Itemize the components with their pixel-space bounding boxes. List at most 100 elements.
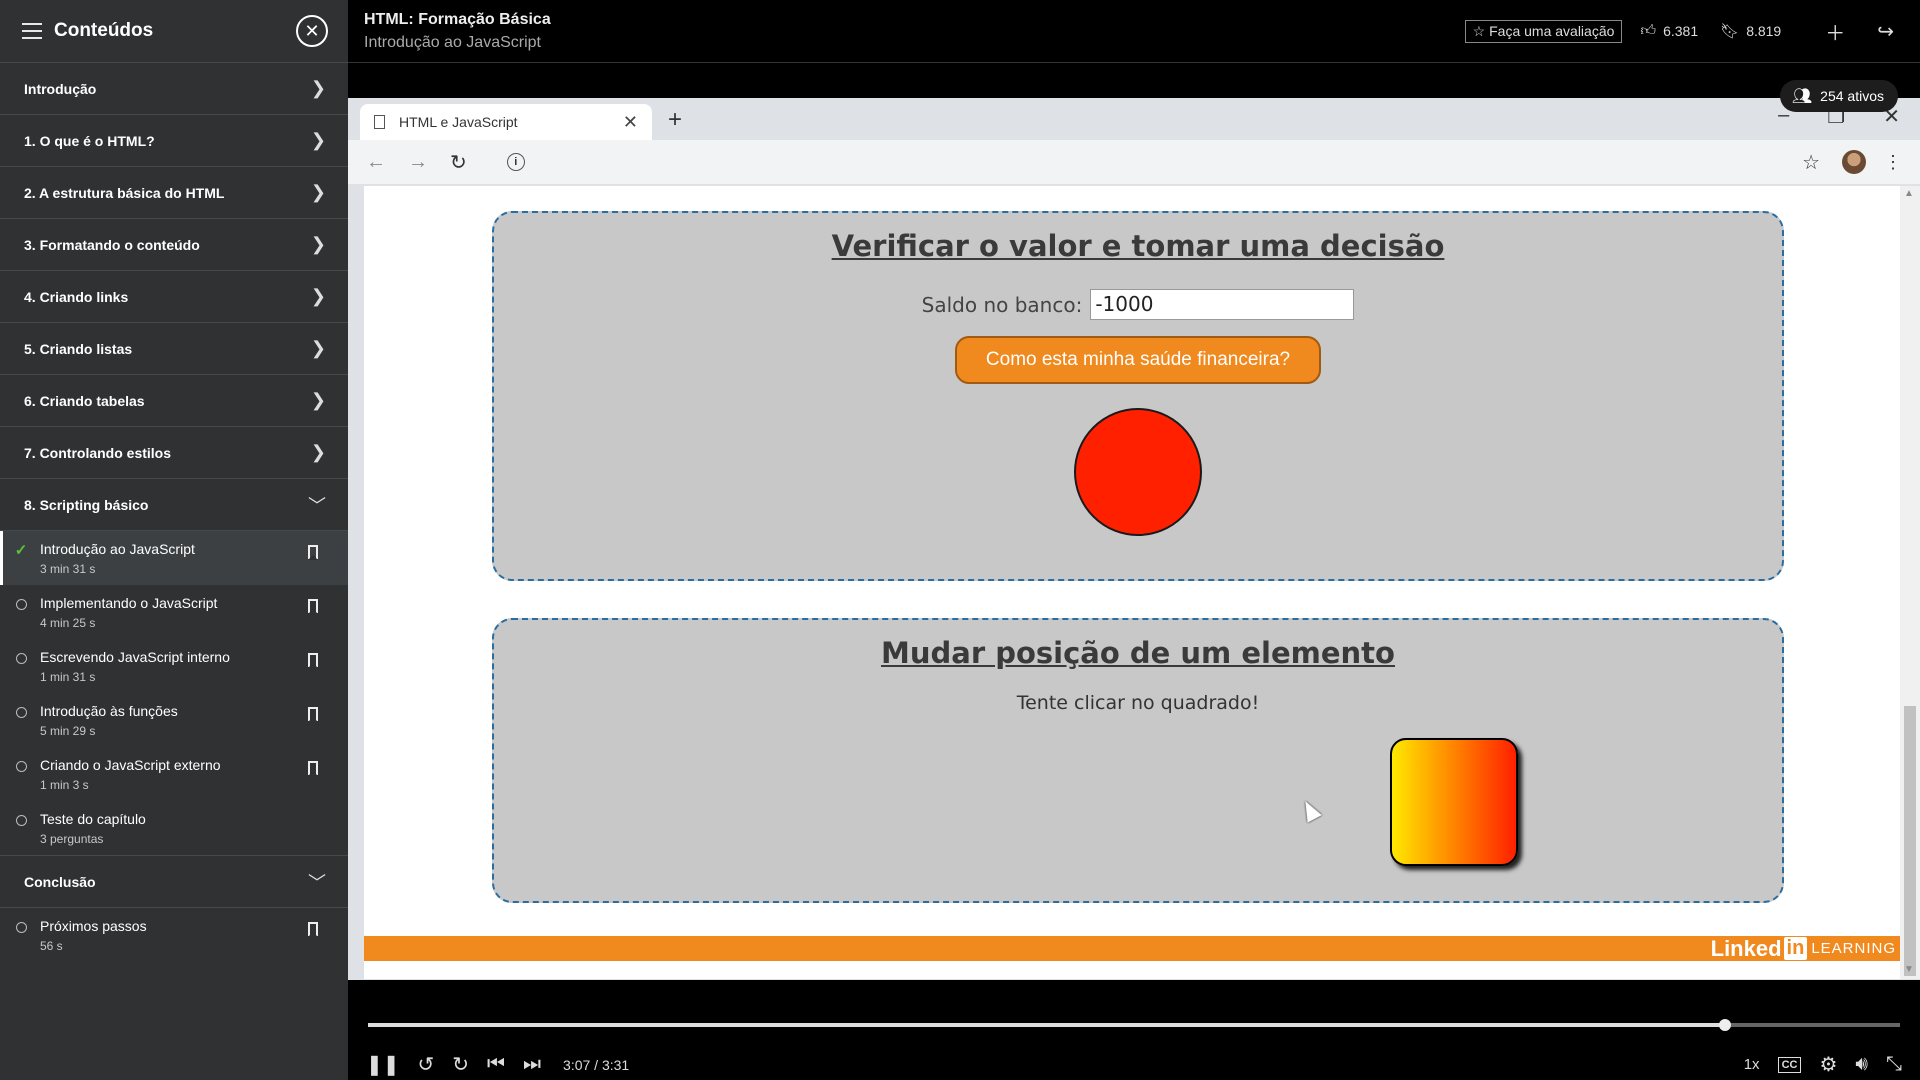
forward-icon: → (408, 150, 428, 173)
scroll-up-icon: ▲ (1904, 188, 1914, 199)
video-item-interno[interactable]: Escrevendo JavaScript interno 1 min 31 s (0, 639, 348, 693)
progress-handle[interactable] (1719, 1019, 1732, 1031)
sidebar-title: Conteúdos (54, 20, 154, 41)
completed-check-icon: ✓ (14, 542, 28, 559)
star-icon: ☆ (1472, 22, 1490, 39)
rewind-10-icon[interactable]: ↺ (418, 1052, 435, 1077)
chapter-2[interactable]: 2. A estrutura básica do HTML ❯ (0, 167, 348, 219)
list-icon (22, 23, 42, 39)
chapter-label: 5. Criando listas (24, 340, 133, 357)
bookmark-icon[interactable] (308, 922, 318, 937)
video-frame[interactable]: HTML e JavaScript ✕ + – ❐ ✕ ← → ↻ i ☆ ⋮ Ve… (348, 63, 1920, 980)
settings-gear-icon[interactable]: ⚙ (1819, 1052, 1837, 1077)
volume-icon[interactable]: 🔊︎ (1855, 1053, 1868, 1076)
chapter-label: 6. Criando tabelas (24, 392, 145, 409)
chevron-right-icon: ❯ (310, 338, 326, 358)
rate-label: Faça uma avaliação (1489, 22, 1615, 39)
not-started-icon (14, 705, 28, 719)
like-count: 6.381 (1663, 23, 1699, 39)
video-item-proximos[interactable]: Próximos passos 56 s (0, 908, 348, 962)
video-item-funcoes[interactable]: Introdução às funções 5 min 29 s (0, 693, 348, 747)
saldo-label: Saldo no banco: (921, 292, 1083, 317)
close-sidebar-button[interactable]: ✕ (296, 15, 328, 47)
bookmark-icon[interactable] (308, 653, 318, 668)
quiz-count: 3 perguntas (40, 832, 104, 846)
chapter-label: 2. A estrutura básica do HTML (24, 184, 225, 201)
chapter-label: 4. Criando links (24, 288, 129, 305)
reload-icon: ↻ (450, 151, 467, 174)
video-title: Próximos passos (40, 918, 147, 934)
bookmark-icon[interactable] (308, 761, 318, 776)
bookmark-outline-icon: 🔖︎ (1720, 23, 1740, 40)
playback-speed-button[interactable]: 1x (1744, 1056, 1760, 1073)
linkedin-learning-logo: Linked in LEARNING (1710, 935, 1896, 961)
forward-10-icon[interactable]: ↻ (452, 1052, 469, 1077)
chapter-1[interactable]: 1. O que é o HTML? ❯ (0, 115, 348, 167)
video-item-implementando[interactable]: Implementando o JavaScript 4 min 25 s (0, 585, 348, 639)
chapter-8[interactable]: 8. Scripting básico ﹀ (0, 479, 348, 531)
chapter-3[interactable]: 3. Formatando o conteúdo ❯ (0, 219, 348, 271)
chapter-conclusao[interactable]: Conclusão ﹀ (0, 856, 348, 908)
document-icon (374, 115, 385, 129)
bookmark-icon[interactable] (308, 545, 318, 560)
decision-section-title: Verificar o valor e tomar uma decisão (831, 229, 1445, 263)
page-scrollbar: ▲ ▼ (1900, 186, 1920, 979)
like-button[interactable]: 👍︎ 6.381 (1640, 22, 1698, 40)
gradient-square (1390, 738, 1518, 866)
saldo-input: -1000 (1090, 289, 1355, 320)
bookmark-icon[interactable] (308, 707, 318, 722)
not-started-icon (14, 920, 28, 934)
pause-icon[interactable]: ❚❚ (366, 1052, 400, 1077)
chevron-right-icon: ❯ (310, 78, 326, 98)
sidebar-header: Conteúdos ✕ (0, 0, 348, 63)
chevron-right-icon: ❯ (310, 390, 326, 410)
video-duration: 5 min 29 s (40, 724, 96, 738)
previous-icon[interactable]: ⏮︎ (487, 1053, 505, 1076)
video-duration: 4 min 25 s (40, 616, 96, 630)
linkedin-footer-bar (364, 936, 1900, 961)
share-icon[interactable]: ↪ (1877, 19, 1894, 44)
save-button[interactable]: 🔖︎ 8.819 (1720, 22, 1781, 40)
browser-tab: HTML e JavaScript ✕ (360, 104, 652, 140)
not-started-icon (14, 651, 28, 665)
status-indicator-circle (1074, 408, 1202, 536)
video-item-intro-js[interactable]: ✓ Introdução ao JavaScript 3 min 31 s (0, 531, 348, 585)
not-started-icon (14, 813, 28, 827)
chapter-5[interactable]: 5. Criando listas ❯ (0, 323, 348, 375)
current-video-title: Introdução ao JavaScript (364, 33, 541, 51)
bookmark-icon[interactable] (308, 599, 318, 614)
chapter-label: 1. O que é o HTML? (24, 132, 155, 149)
kebab-menu-icon: ⋮ (1884, 151, 1902, 172)
people-icon: 👥︎ (1791, 88, 1813, 105)
video-item-teste[interactable]: Teste do capítulo 3 perguntas (0, 801, 348, 855)
bookmark-star-icon: ☆ (1802, 151, 1820, 174)
chevron-right-icon: ❯ (310, 286, 326, 306)
exit-fullscreen-icon[interactable]: ⤡ (1886, 1053, 1902, 1076)
video-title: Escrevendo JavaScript interno (40, 649, 230, 665)
active-viewers-badge: 👥︎ 254 ativos (1779, 80, 1898, 112)
chapter-6[interactable]: 6. Criando tabelas ❯ (0, 375, 348, 427)
video-duration: 3 min 31 s (40, 562, 96, 576)
save-count: 8.819 (1746, 23, 1782, 39)
not-started-icon (14, 597, 28, 611)
chapter-7[interactable]: 7. Controlando estilos ❯ (0, 427, 348, 479)
move-section-hint: Tente clicar no quadrado! (1016, 692, 1260, 714)
chapter-intro[interactable]: Introdução ❯ (0, 63, 348, 115)
browser-tabstrip: HTML e JavaScript ✕ + – ❐ ✕ (348, 98, 1920, 140)
move-section-title: Mudar posição de um elemento (881, 636, 1395, 670)
captions-icon[interactable]: CC (1777, 1056, 1802, 1073)
video-title: Criando o JavaScript externo (40, 757, 221, 773)
chapter-label: 7. Controlando estilos (24, 444, 172, 461)
decision-section: Verificar o valor e tomar uma decisão Sa… (492, 211, 1784, 581)
chapter-4[interactable]: 4. Criando links ❯ (0, 271, 348, 323)
scroll-down-icon: ▼ (1904, 964, 1914, 975)
video-duration: 1 min 3 s (40, 778, 89, 792)
chapter-label: 3. Formatando o conteúdo (24, 236, 200, 253)
rate-course-button[interactable]: ☆ Faça uma avaliação (1464, 19, 1623, 43)
next-icon[interactable]: ⏭︎ (523, 1053, 541, 1076)
add-icon[interactable]: ＋ (1825, 17, 1845, 46)
video-item-externo[interactable]: Criando o JavaScript externo 1 min 3 s (0, 747, 348, 801)
course-title[interactable]: HTML: Formação Básica (364, 11, 1465, 29)
video-title: Implementando o JavaScript (40, 595, 218, 611)
video-progress-bar[interactable] (368, 1019, 1900, 1031)
